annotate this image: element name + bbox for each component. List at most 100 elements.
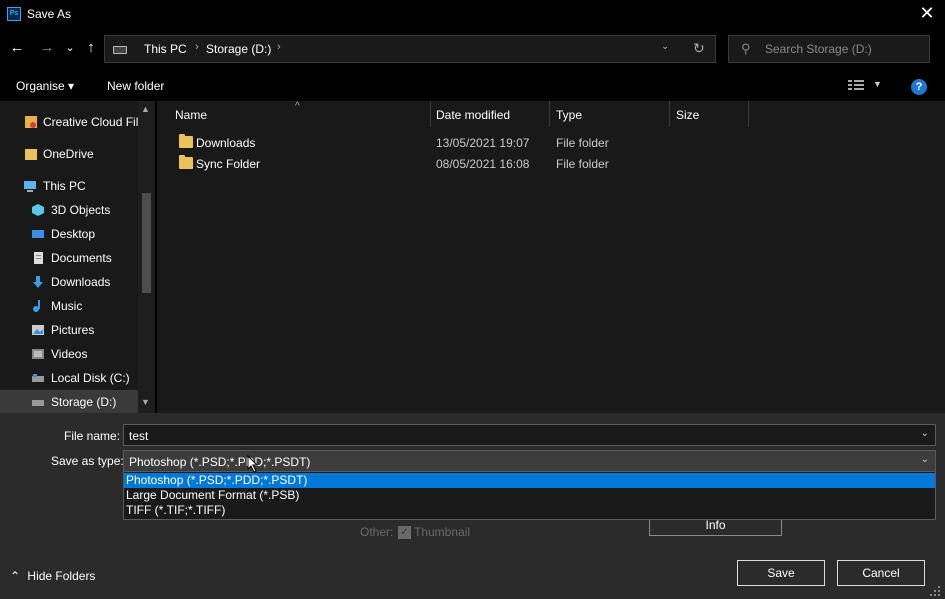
column-header-type[interactable]: Type [556,108,582,122]
organise-menu[interactable]: Organise ▾ [16,79,74,93]
sidebar-item-3d-objects[interactable]: 3D Objects [0,198,140,222]
breadcrumb-storage-d[interactable]: Storage (D:) [206,42,271,56]
music-icon [33,300,40,312]
chevron-down-icon[interactable]: ⌄ [921,428,929,439]
column-header-size[interactable]: Size [676,108,699,122]
sort-ascending-icon: ^ [295,101,300,112]
file-name-label: File name: [64,429,121,443]
file-row[interactable]: Sync Folder 08/05/2021 16:08 File folder [173,154,753,175]
local-disk-icon [32,374,44,382]
save-button[interactable]: Save [737,560,825,586]
sidebar-item-label: Pictures [51,323,95,337]
address-bar[interactable]: This PC › Storage (D:) › ⌄ ↻ [104,35,716,63]
refresh-icon[interactable]: ↻ [693,40,705,57]
sidebar-item-label: Desktop [51,227,96,241]
navigation-pane: Creative Cloud Fil OneDrive This PC 3D O… [0,101,155,413]
sidebar-item-local-disk-c[interactable]: Local Disk (C:) [0,366,140,390]
column-header-date-modified[interactable]: Date modified [436,108,510,122]
creative-cloud-icon [25,116,37,128]
view-options-icon[interactable] [848,79,864,91]
new-folder-button[interactable]: New folder [107,79,164,93]
other-label: Other: [360,525,394,539]
file-date: 13/05/2021 19:07 [436,136,530,150]
close-icon[interactable]: ✕ [916,2,938,24]
search-icon: ⚲ [741,41,751,56]
save-as-type-label: Save as type: [51,454,124,468]
mouse-cursor-icon [247,455,259,473]
forward-arrow-icon[interactable]: → [37,38,57,58]
search-box[interactable]: ⚲ [728,35,930,63]
sidebar-item-creative-cloud[interactable]: Creative Cloud Fil [0,110,140,134]
chevron-down-icon[interactable]: ⌄ [921,454,929,465]
breadcrumb-separator-icon[interactable]: › [277,41,281,53]
file-name-field[interactable]: test ⌄ [123,424,936,446]
window-title: Save As [27,7,72,21]
sidebar-item-label: Videos [51,347,88,361]
sidebar-item-pictures[interactable]: Pictures [0,318,140,342]
thumbnail-checkbox[interactable]: ✓ [398,526,411,539]
sidebar-item-label: 3D Objects [51,203,111,217]
sidebar-item-label: OneDrive [43,147,94,161]
thumbnail-label: Thumbnail [414,525,471,539]
file-type: File folder [556,136,609,150]
sidebar-item-music[interactable]: Music [0,294,140,318]
scroll-down-icon[interactable]: ▼ [141,397,150,407]
drive-icon [113,46,127,54]
file-row[interactable]: Downloads 13/05/2021 19:07 File folder [173,133,753,154]
sidebar-item-label: This PC [43,179,86,193]
file-type: File folder [556,157,609,171]
sidebar-item-desktop[interactable]: Desktop [0,222,140,246]
sidebar-item-label: Downloads [51,275,111,289]
sidebar-item-this-pc[interactable]: This PC [0,174,140,198]
view-dropdown-icon[interactable]: ▼ [873,79,882,89]
column-divider[interactable] [549,101,550,127]
sidebar-item-documents[interactable]: Documents [0,246,140,270]
this-pc-icon [24,181,36,192]
chevron-up-icon: ⌃ [10,569,21,583]
recent-locations-chevron-icon[interactable]: ⌄ [60,38,80,58]
sidebar-item-videos[interactable]: Videos [0,342,140,366]
sidebar-item-label: Documents [51,251,112,265]
sidebar-item-label: Storage (D:) [51,395,117,409]
videos-icon [32,349,44,359]
scroll-up-icon[interactable]: ▲ [141,104,150,114]
save-as-type-select[interactable]: Photoshop (*.PSD;*.PDD;*.PSDT) ⌄ [123,450,936,472]
save-as-type-options: Photoshop (*.PSD;*.PDD;*.PSDT) Large Doc… [123,471,936,520]
column-divider[interactable] [669,101,670,127]
desktop-icon [32,230,44,238]
downloads-icon [33,276,43,288]
sidebar-item-onedrive[interactable]: OneDrive [0,142,140,166]
column-divider[interactable] [748,101,749,127]
file-name-value[interactable]: test [129,429,148,443]
cancel-button[interactable]: Cancel [837,560,925,586]
scroll-thumb[interactable] [142,193,151,293]
address-dropdown-icon[interactable]: ⌄ [661,41,669,52]
column-header-name[interactable]: Name [175,108,207,122]
breadcrumb-separator-icon[interactable]: › [195,41,199,53]
toolbar: Organise ▾ New folder [0,72,945,100]
up-arrow-icon[interactable]: ↑ [81,38,101,58]
file-date: 08/05/2021 16:08 [436,157,530,171]
type-option-psb[interactable]: Large Document Format (*.PSB) [124,488,935,503]
hide-folders-label: Hide Folders [27,569,96,583]
hide-folders-toggle[interactable]: ⌃ Hide Folders [10,569,95,583]
folder-icon [179,134,193,148]
file-list: Name ^ Date modified Type Size Downloads… [157,101,945,413]
3d-objects-icon [32,204,44,216]
type-option-photoshop[interactable]: Photoshop (*.PSD;*.PDD;*.PSDT) [124,473,935,488]
help-icon[interactable]: ? [911,79,927,95]
pictures-icon [32,325,44,335]
column-divider[interactable] [430,101,431,127]
back-arrow-icon[interactable]: ← [7,38,27,58]
onedrive-icon [25,149,37,160]
folder-icon [179,155,193,169]
file-name: Downloads [196,136,256,150]
sidebar-item-storage-d[interactable]: Storage (D:) [0,390,140,413]
breadcrumb-this-pc[interactable]: This PC [144,42,187,56]
type-option-tiff[interactable]: TIFF (*.TIF;*.TIFF) [124,503,935,518]
resize-grip-icon[interactable] [929,585,941,597]
sidebar-scrollbar[interactable]: ▲ ▼ [138,101,155,413]
sidebar-item-downloads[interactable]: Downloads [0,270,140,294]
title-bar: Ps Save As ✕ [0,0,945,28]
search-input[interactable] [765,37,925,61]
